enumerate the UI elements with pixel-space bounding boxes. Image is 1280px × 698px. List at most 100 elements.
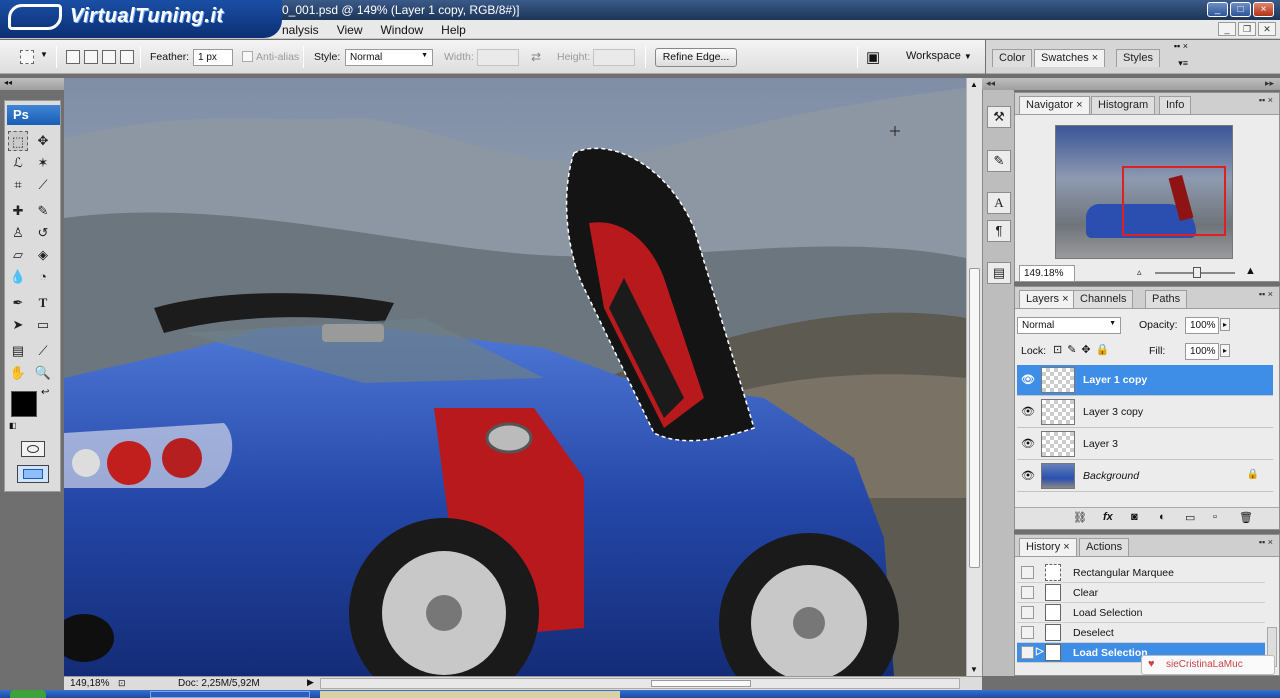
tab-histogram[interactable]: Histogram — [1091, 96, 1156, 114]
notes-tool[interactable]: ▤ — [8, 341, 28, 361]
tools-header[interactable]: ◂◂ — [0, 78, 64, 90]
lasso-tool[interactable]: ℒ — [8, 153, 28, 173]
history-snapshot-checkbox[interactable] — [1021, 626, 1034, 639]
tab-navigator[interactable]: Navigator × — [1019, 96, 1090, 114]
vertical-scrollbar[interactable]: ▲ ▼ — [966, 78, 982, 676]
workspace-button[interactable]: Workspace ▼ — [906, 50, 972, 62]
mask-icon[interactable]: ◙ — [1131, 511, 1138, 523]
foreground-color-swatch[interactable] — [11, 391, 37, 417]
clone-stamp-tool[interactable]: ♙ — [8, 223, 28, 243]
width-input[interactable] — [477, 49, 519, 66]
history-snapshot-checkbox[interactable] — [1021, 586, 1034, 599]
history-item[interactable]: Load Selection — [1017, 603, 1265, 623]
swap-colors-icon[interactable]: ↩ — [41, 387, 49, 398]
feather-input[interactable]: 1 px — [193, 49, 233, 66]
tab-info[interactable]: Info — [1159, 96, 1192, 114]
paint-bucket-tool[interactable]: ◈ — [33, 245, 53, 265]
tab-swatches[interactable]: Swatches × — [1034, 49, 1106, 67]
eyedropper-icon[interactable]: ⟋ — [33, 341, 53, 361]
screen-mode-button[interactable] — [17, 465, 49, 483]
fill-slider-icon[interactable]: ▸ — [1220, 344, 1231, 357]
close-icon[interactable]: × — [1063, 541, 1069, 553]
layer-comps-icon[interactable]: ▤ — [987, 262, 1011, 284]
default-colors-icon[interactable]: ◧ — [9, 421, 17, 430]
fx-icon[interactable]: fx — [1103, 511, 1113, 523]
paragraph-icon[interactable]: ¶ — [987, 220, 1011, 242]
start-button[interactable] — [10, 690, 46, 698]
group-icon[interactable]: ▭ — [1185, 511, 1195, 524]
visibility-eye-icon[interactable]: 👁 — [1021, 437, 1035, 451]
marquee-tool-icon[interactable] — [20, 50, 34, 64]
zoom-out-icon[interactable]: ▵ — [1137, 267, 1142, 278]
path-selection-tool[interactable]: ➤ — [8, 315, 28, 335]
history-snapshot-checkbox[interactable] — [1021, 606, 1034, 619]
navigator-preview[interactable] — [1055, 125, 1233, 259]
taskbar-item[interactable] — [150, 691, 310, 698]
status-zoom[interactable]: 149,18% — [70, 678, 109, 689]
blend-mode-select[interactable]: Normal ▼ — [1017, 317, 1121, 334]
move-tool[interactable]: ✥ — [33, 131, 53, 151]
swap-icon[interactable]: ⇄ — [531, 50, 541, 64]
close-icon[interactable]: × — [1092, 52, 1098, 64]
tab-history[interactable]: History × — [1019, 538, 1077, 556]
rectangle-tool[interactable]: ▭ — [33, 315, 53, 335]
brush-tool[interactable]: ✎ — [33, 201, 53, 221]
dodge-tool[interactable]: ◔ — [33, 267, 53, 287]
menu-help[interactable]: Help — [441, 23, 466, 37]
navigator-zoom-field[interactable]: 149.18% — [1019, 265, 1075, 282]
horizontal-scroll-thumb[interactable] — [651, 680, 751, 687]
panel-menu-icon[interactable]: ▾≡ — [1178, 58, 1188, 69]
adjustment-icon[interactable]: ◐ — [1159, 511, 1166, 523]
doc-close-button[interactable]: ✕ — [1258, 22, 1276, 36]
subtract-selection-icon[interactable] — [102, 50, 116, 64]
panel-controls-icon[interactable]: ▪▪ × — [1259, 537, 1273, 547]
history-item[interactable]: Deselect — [1017, 623, 1265, 643]
lock-icons[interactable]: ⊡✎✥🔒 — [1053, 343, 1114, 356]
history-item[interactable]: Rectangular Marquee — [1017, 563, 1265, 583]
healing-brush-tool[interactable]: ✚ — [8, 201, 28, 221]
history-brush-tool[interactable]: ↺ — [33, 223, 53, 243]
history-item[interactable]: Clear — [1017, 583, 1265, 603]
status-icon[interactable]: ⊡ — [118, 678, 126, 689]
scroll-down-icon[interactable]: ▼ — [970, 665, 978, 674]
type-tool[interactable]: T — [33, 293, 53, 313]
menu-view[interactable]: View — [337, 23, 363, 37]
history-snapshot-checkbox[interactable] — [1021, 566, 1034, 579]
tab-channels[interactable]: Channels — [1073, 290, 1134, 308]
layer-row[interactable]: 👁 Layer 3 — [1017, 429, 1273, 460]
character-icon[interactable]: A — [987, 192, 1011, 214]
opacity-input[interactable]: 100% — [1185, 317, 1219, 334]
close-icon[interactable]: × — [1062, 293, 1068, 305]
panel-controls-icon[interactable]: ▪▪ × — [1259, 289, 1273, 299]
strip-header[interactable]: ◂◂ — [982, 78, 1014, 90]
close-icon[interactable]: × — [1076, 99, 1082, 111]
scroll-up-icon[interactable]: ▲ — [970, 80, 978, 89]
history-snapshot-checkbox[interactable] — [1021, 646, 1034, 659]
maximize-button[interactable]: □ — [1230, 2, 1251, 17]
doc-minimize-button[interactable]: _ — [1218, 22, 1236, 36]
intersect-selection-icon[interactable] — [120, 50, 134, 64]
zoom-slider-thumb[interactable] — [1193, 267, 1201, 278]
tab-actions[interactable]: Actions — [1079, 538, 1130, 556]
magic-wand-tool[interactable]: ✶ — [33, 153, 53, 173]
close-button[interactable]: × — [1253, 2, 1274, 17]
visibility-eye-icon[interactable]: 👁 — [1021, 373, 1035, 387]
blur-tool[interactable]: 💧 — [8, 267, 28, 287]
navigator-view-box[interactable] — [1122, 166, 1226, 236]
tab-color[interactable]: Color — [992, 49, 1033, 67]
menu-window[interactable]: Window — [380, 23, 423, 37]
tab-styles[interactable]: Styles — [1116, 49, 1160, 67]
visibility-eye-icon[interactable]: 👁 — [1021, 469, 1035, 483]
opacity-slider-icon[interactable]: ▸ — [1220, 318, 1231, 331]
add-selection-icon[interactable] — [84, 50, 98, 64]
chevron-down-icon[interactable]: ▼ — [40, 50, 48, 59]
zoom-slider[interactable] — [1155, 267, 1235, 278]
status-menu-icon[interactable]: ▶ — [307, 677, 314, 688]
style-select[interactable]: Normal ▼ — [345, 49, 433, 66]
collapse-left-icon[interactable]: ◂◂ — [4, 78, 12, 87]
new-selection-icon[interactable] — [66, 50, 80, 64]
refine-edge-button[interactable]: Refine Edge... — [655, 48, 737, 67]
quick-mask-button[interactable] — [21, 441, 45, 457]
link-icon[interactable]: ⛓ — [1073, 511, 1087, 524]
fill-input[interactable]: 100% — [1185, 343, 1219, 360]
